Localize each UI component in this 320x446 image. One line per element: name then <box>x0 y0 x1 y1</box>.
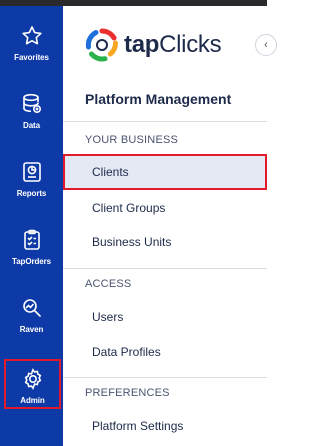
rail-label-favorites: Favorites <box>14 53 49 62</box>
tapclicks-logo-icon <box>85 28 119 62</box>
divider <box>63 377 267 378</box>
raven-search-icon <box>22 299 41 317</box>
menu-item-clients[interactable]: Clients <box>63 154 267 190</box>
collapse-chevron-icon[interactable]: ‹ <box>255 34 277 56</box>
rail-item-data[interactable]: Data <box>0 74 63 136</box>
menu-title: Platform Management <box>85 91 232 107</box>
section-your-business: YOUR BUSINESS <box>85 134 179 146</box>
section-access: ACCESS <box>85 278 132 290</box>
rail-item-reports[interactable]: Reports <box>0 142 63 204</box>
menu-item-data-profiles[interactable]: Data Profiles <box>63 336 267 368</box>
rail-label-admin: Admin <box>20 396 45 405</box>
rail-item-favorites[interactable]: Favorites <box>0 6 63 68</box>
star-icon <box>21 26 42 45</box>
rail-item-admin[interactable]: Admin <box>4 359 61 409</box>
database-icon <box>22 93 41 114</box>
tapclicks-logo: tapClicks <box>85 28 222 62</box>
icon-rail: Favorites Data Reports TapOrders Raven A… <box>0 6 63 446</box>
rail-label-data: Data <box>23 121 40 130</box>
menu-item-users[interactable]: Users <box>63 301 267 333</box>
admin-menu-panel: tapClicks ‹ Platform Management YOUR BUS… <box>63 6 277 446</box>
logo-suffix: Clicks <box>159 31 222 58</box>
logo-prefix: tap <box>124 31 160 58</box>
rail-label-taporders: TapOrders <box>12 257 51 266</box>
checklist-icon <box>23 229 40 250</box>
divider <box>63 268 267 269</box>
logo-wordmark: tapClicks <box>124 31 222 59</box>
rail-label-reports: Reports <box>16 189 47 198</box>
menu-item-platform-settings[interactable]: Platform Settings <box>63 410 267 442</box>
report-icon <box>22 162 41 182</box>
menu-item-client-groups[interactable]: Client Groups <box>63 192 267 224</box>
rail-item-raven[interactable]: Raven <box>0 278 63 340</box>
menu-item-business-units[interactable]: Business Units <box>63 226 267 258</box>
rail-item-taporders[interactable]: TapOrders <box>0 210 63 272</box>
section-preferences: PREFERENCES <box>85 387 170 399</box>
divider <box>63 121 267 122</box>
gear-icon <box>24 368 41 390</box>
rail-label-raven: Raven <box>19 325 44 334</box>
